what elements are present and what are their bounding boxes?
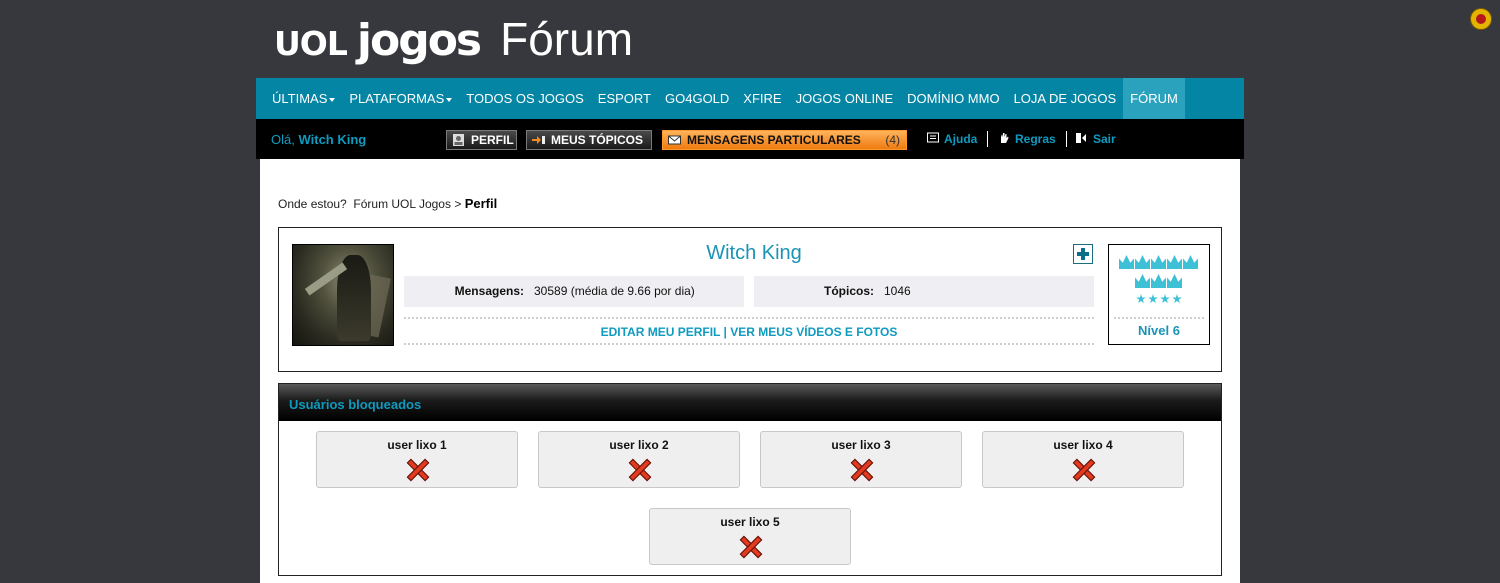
nav-item-go4gold[interactable]: GO4GOLD bbox=[658, 78, 736, 119]
blocked-user-card: user lixo 4 bbox=[982, 431, 1184, 488]
crown-icon bbox=[1135, 274, 1150, 288]
topics-arrow-icon bbox=[532, 136, 545, 144]
blocked-users-panel: Usuários bloqueados user lixo 1 user lix… bbox=[278, 383, 1222, 576]
unblock-x-icon[interactable] bbox=[1072, 458, 1096, 482]
my-topics-button[interactable]: MEUS TÓPICOS bbox=[526, 130, 652, 150]
edit-profile-link[interactable]: EDITAR MEU PERFIL bbox=[601, 325, 721, 339]
topics-value: 1046 bbox=[884, 284, 911, 298]
blocked-user-card: user lixo 1 bbox=[316, 431, 518, 488]
crown-icon bbox=[1119, 255, 1134, 269]
avatar bbox=[292, 244, 394, 346]
unblock-x-icon[interactable] bbox=[628, 458, 652, 482]
help-link[interactable]: Ajuda bbox=[927, 132, 977, 146]
profile-icon bbox=[453, 134, 464, 146]
main-nav: ÚLTIMAS PLATAFORMAS TODOS OS JOGOS ESPOR… bbox=[256, 78, 1244, 119]
divider bbox=[1066, 131, 1067, 147]
breadcrumb-current: Perfil bbox=[464, 196, 498, 211]
rules-link[interactable]: Regras bbox=[998, 132, 1056, 146]
nav-item-plataformas[interactable]: PLATAFORMAS bbox=[342, 78, 459, 119]
profile-name: Witch King bbox=[706, 242, 802, 264]
logout-link[interactable]: Sair bbox=[1076, 132, 1116, 146]
crown-icon bbox=[1135, 255, 1150, 269]
messages-stat: Mensagens: 30589 (média de 9.66 por dia) bbox=[404, 276, 744, 307]
nav-item-loja-de-jogos[interactable]: LOJA DE JOGOS bbox=[1007, 78, 1124, 119]
caret-down-icon bbox=[446, 97, 453, 102]
nav-item-jogos-online[interactable]: JOGOS ONLINE bbox=[789, 78, 901, 119]
greeting: Olá, Witch King bbox=[271, 132, 367, 147]
unblock-x-icon[interactable] bbox=[850, 458, 874, 482]
crown-row bbox=[1109, 255, 1209, 269]
private-messages-button[interactable]: MENSAGENS PARTICULARES (4) bbox=[662, 130, 907, 150]
blocked-user-name: user lixo 4 bbox=[1053, 438, 1113, 452]
hand-icon bbox=[1001, 133, 1009, 143]
divider bbox=[987, 131, 988, 147]
pm-count-badge: (4) bbox=[885, 133, 900, 147]
star-row bbox=[1109, 294, 1209, 304]
logo-uol: UOL bbox=[274, 24, 348, 63]
site-logo[interactable]: UOL jogos Fórum bbox=[274, 12, 633, 66]
crown-icon bbox=[1151, 274, 1166, 288]
blocked-user-name: user lixo 3 bbox=[831, 438, 891, 452]
blocked-user-name: user lixo 5 bbox=[720, 515, 780, 529]
crown-icon bbox=[1167, 274, 1182, 288]
crown-icon bbox=[1151, 255, 1166, 269]
crown-icon bbox=[1167, 255, 1182, 269]
dotted-divider bbox=[1114, 317, 1204, 319]
messages-label: Mensagens: bbox=[454, 284, 524, 298]
blocked-user-name: user lixo 1 bbox=[387, 438, 447, 452]
unblock-x-icon[interactable] bbox=[406, 458, 430, 482]
blocked-user-card: user lixo 2 bbox=[538, 431, 740, 488]
star-icon bbox=[1172, 294, 1182, 304]
nav-item-ultimas[interactable]: ÚLTIMAS bbox=[265, 78, 342, 119]
blocked-user-card: user lixo 3 bbox=[760, 431, 962, 488]
blocked-user-name: user lixo 2 bbox=[609, 438, 669, 452]
star-icon bbox=[1148, 294, 1158, 304]
dotted-divider bbox=[404, 343, 1094, 345]
blocked-users-header: Usuários bloqueados bbox=[279, 384, 1221, 421]
messages-value: 30589 (média de 9.66 por dia) bbox=[534, 284, 695, 298]
caret-down-icon bbox=[329, 97, 336, 102]
user-level: Nível 6 bbox=[1138, 323, 1180, 338]
profile-links: EDITAR MEU PERFIL | VER MEUS VÍDEOS E FO… bbox=[600, 325, 898, 339]
topics-stat: Tópicos: 1046 bbox=[754, 276, 1094, 307]
nav-item-esport[interactable]: ESPORT bbox=[591, 78, 658, 119]
breadcrumb: Onde estou? Fórum UOL Jogos > Perfil bbox=[278, 196, 498, 211]
add-icon[interactable] bbox=[1073, 244, 1093, 264]
page-container: ÚLTIMAS PLATAFORMAS TODOS OS JOGOS ESPOR… bbox=[256, 78, 1244, 583]
logo-forum: Fórum bbox=[500, 13, 634, 65]
crown-icon bbox=[1183, 255, 1198, 269]
nav-item-forum[interactable]: FÓRUM bbox=[1123, 78, 1185, 119]
nav-item-dominio-mmo[interactable]: DOMÍNIO MMO bbox=[900, 78, 1006, 119]
username-link[interactable]: Witch King bbox=[298, 132, 366, 147]
logo-jogos: jogos bbox=[356, 15, 482, 66]
blocked-users-title: Usuários bloqueados bbox=[289, 397, 422, 412]
envelope-icon bbox=[668, 135, 681, 145]
dotted-divider bbox=[404, 317, 1094, 319]
topics-label: Tópicos: bbox=[824, 284, 874, 298]
star-icon bbox=[1136, 294, 1146, 304]
nav-item-xfire[interactable]: XFIRE bbox=[736, 78, 788, 119]
breadcrumb-forum-link[interactable]: Fórum UOL Jogos bbox=[353, 197, 451, 211]
browser-extension-icon[interactable] bbox=[1470, 8, 1492, 30]
videos-photos-link[interactable]: VER MEUS VÍDEOS E FOTOS bbox=[730, 325, 897, 339]
user-bar: Olá, Witch King PERFIL MEUS TÓPICOS MENS… bbox=[256, 119, 1244, 159]
rank-box: Nível 6 bbox=[1108, 244, 1210, 345]
profile-button[interactable]: PERFIL bbox=[446, 130, 517, 150]
crown-row bbox=[1109, 274, 1209, 288]
main-content: Onde estou? Fórum UOL Jogos > Perfil Wit… bbox=[260, 159, 1240, 583]
unblock-x-icon[interactable] bbox=[739, 535, 763, 559]
star-icon bbox=[1160, 294, 1170, 304]
profile-box: Witch King Mensagens: 30589 (média de 9.… bbox=[278, 227, 1222, 372]
nav-item-todos-os-jogos[interactable]: TODOS OS JOGOS bbox=[459, 78, 591, 119]
logout-icon bbox=[1076, 133, 1086, 143]
blocked-user-card: user lixo 5 bbox=[649, 508, 851, 565]
help-icon bbox=[927, 132, 939, 143]
